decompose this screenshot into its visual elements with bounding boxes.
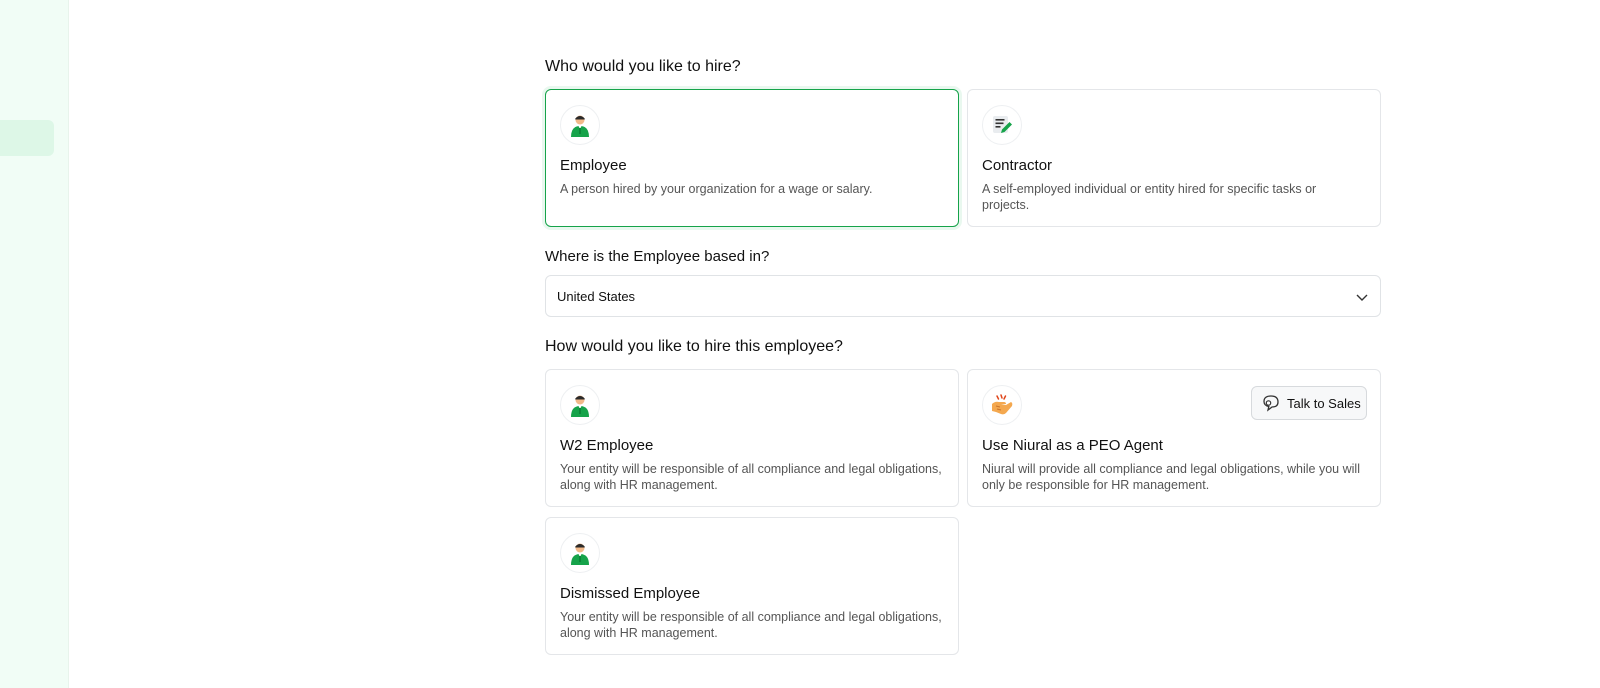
employee-option-description: A person hired by your organization for … <box>560 182 873 196</box>
w2-employee-option-title: W2 Employee <box>560 437 654 454</box>
dismissed-employee-option-card[interactable]: Dismissed Employee Your entity will be r… <box>545 517 959 655</box>
sidebar <box>0 0 69 688</box>
contractor-option-description: A self-employed individual or entity hir… <box>982 182 1317 212</box>
employee-icon <box>560 385 600 425</box>
peo-agent-option-title: Use Niural as a PEO Agent <box>982 437 1163 454</box>
w2-employee-option-description: Your entity will be responsible of all c… <box>560 462 942 492</box>
hire-type-question: Who would you like to hire? <box>545 58 741 75</box>
contract-edit-icon <box>982 105 1022 145</box>
peo-agent-option-description: Niural will provide all compliance and l… <box>982 462 1360 492</box>
talk-to-sales-button[interactable]: Talk to Sales <box>1251 386 1367 420</box>
employee-icon <box>560 533 600 573</box>
country-select-value: United States <box>557 289 636 304</box>
dismissed-employee-option-title: Dismissed Employee <box>560 585 701 602</box>
chevron-down-icon <box>1354 289 1370 310</box>
talk-to-sales-label: Talk to Sales <box>1287 395 1361 411</box>
employee-option-card[interactable]: Employee A person hired by your organiza… <box>545 89 959 227</box>
dismissed-employee-option-description: Your entity will be responsible of all c… <box>560 610 942 640</box>
employee-icon <box>560 105 600 145</box>
hire-method-question: How would you like to hire this employee… <box>545 338 843 355</box>
employee-option-title: Employee <box>560 157 627 174</box>
contractor-option-title: Contractor <box>982 157 1053 174</box>
sidebar-active-item[interactable] <box>0 120 54 156</box>
peo-agent-option-card[interactable]: Talk to Sales Use Niural as a PEO Agent … <box>967 369 1381 507</box>
handshake-icon <box>982 385 1022 425</box>
contractor-option-card[interactable]: Contractor A self-employed individual or… <box>967 89 1381 227</box>
w2-employee-option-card[interactable]: W2 Employee Your entity will be responsi… <box>545 369 959 507</box>
country-select[interactable]: United States <box>545 275 1381 317</box>
chat-bubble-icon <box>1262 394 1280 412</box>
location-question: Where is the Employee based in? <box>545 248 770 265</box>
